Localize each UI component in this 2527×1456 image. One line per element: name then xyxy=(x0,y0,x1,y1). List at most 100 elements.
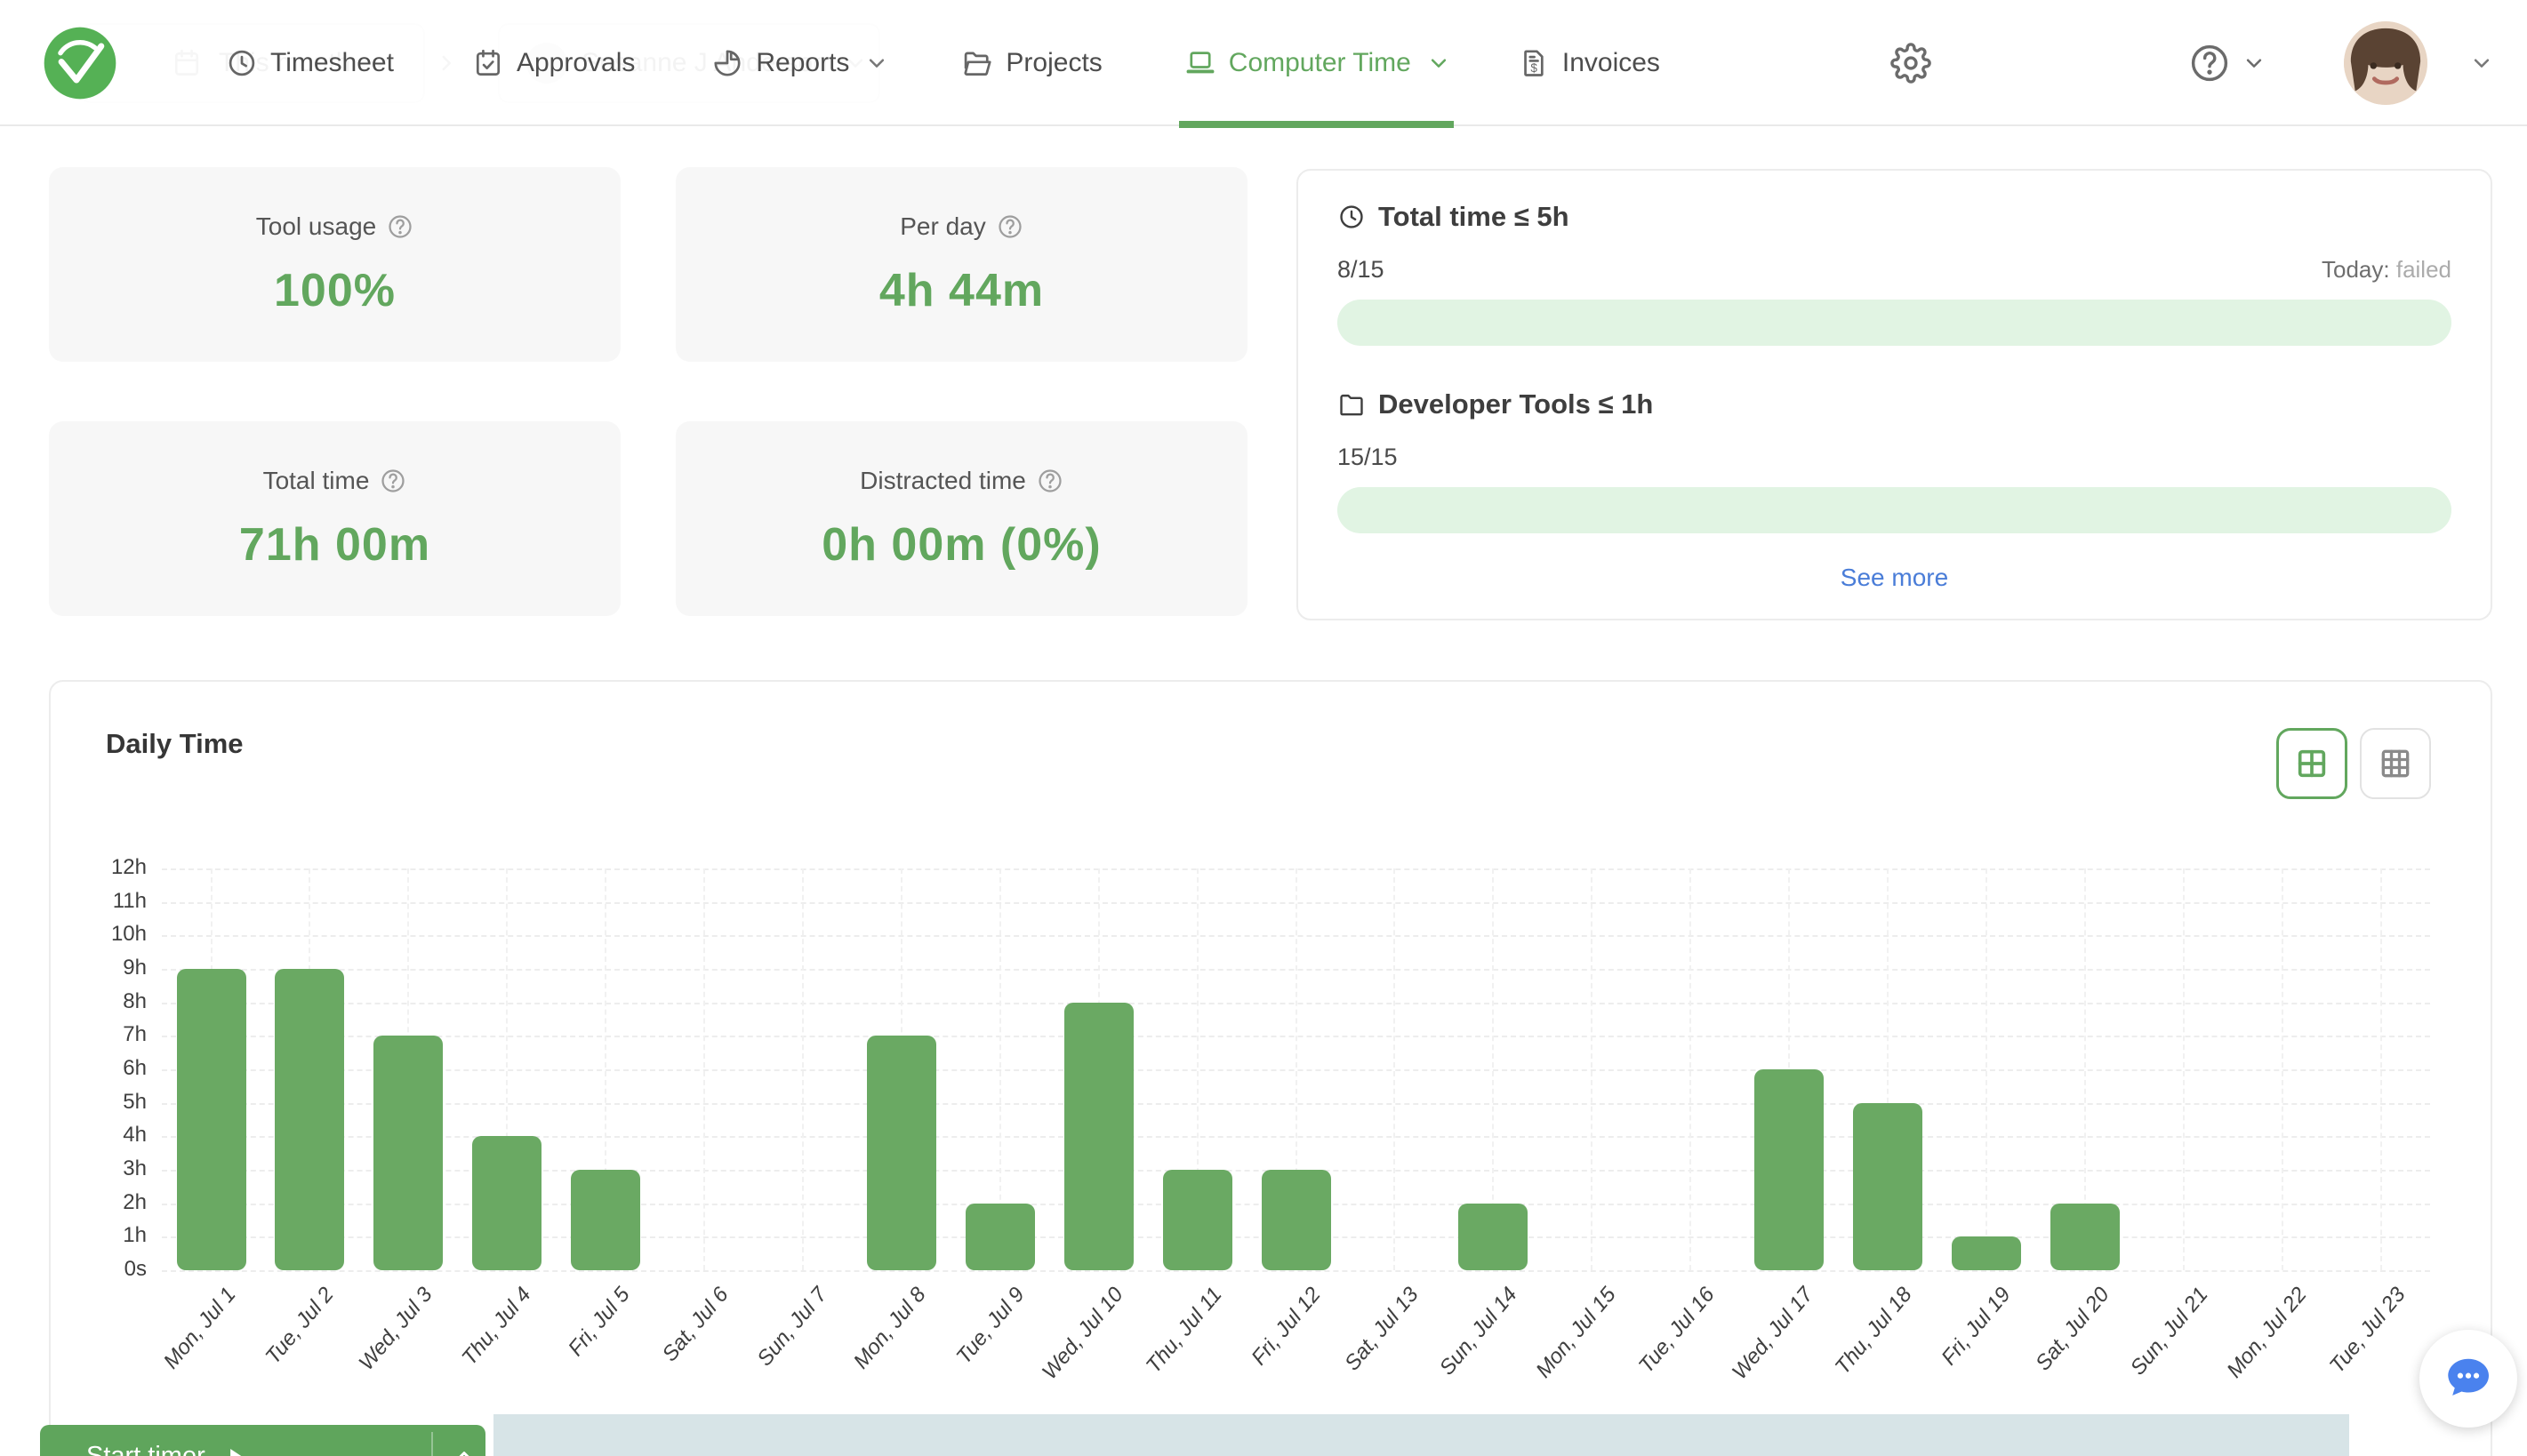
y-axis-tick: 4h xyxy=(123,1123,147,1148)
chart-view-toggles xyxy=(2276,728,2431,799)
app-logo[interactable] xyxy=(41,24,119,102)
stat-value: 100% xyxy=(274,264,396,316)
goal-list: Total time ≤ 5h 8/15 Today: failed Devel… xyxy=(1337,201,2451,533)
chart-title: Daily Time xyxy=(106,728,244,759)
column-gridline xyxy=(703,868,705,1270)
chevron-down-icon xyxy=(1425,50,1452,76)
y-axis-tick: 5h xyxy=(123,1089,147,1114)
daily-bar[interactable] xyxy=(176,969,246,1270)
chevron-down-icon xyxy=(863,50,890,76)
y-axis-tick: 8h xyxy=(123,988,147,1013)
stat-label-row: Per day xyxy=(900,212,1023,241)
start-timer-label: Start timer xyxy=(86,1441,205,1456)
goal-progress-count: 8/15 xyxy=(1337,256,1384,283)
daily-bar[interactable] xyxy=(1754,1069,1825,1270)
daily-time-card: Daily Time 12h 11h 10h 9h 8h 7h 6h 5h 4h 3h 2h 1h 0s… xyxy=(49,680,2492,1456)
settings-gear-icon[interactable] xyxy=(1890,43,1931,84)
user-menu-chevron-icon[interactable] xyxy=(2468,50,2495,76)
invoice-icon: $ xyxy=(1518,47,1550,79)
y-axis-tick: 7h xyxy=(123,1022,147,1047)
daily-bar[interactable] xyxy=(965,1203,1035,1270)
daily-bar[interactable] xyxy=(373,1036,444,1270)
daily-bar[interactable] xyxy=(1261,1170,1331,1270)
chart-view-button[interactable] xyxy=(2276,728,2347,799)
daily-bar[interactable] xyxy=(1853,1102,1922,1270)
goal-meta-row: 8/15 Today: failed xyxy=(1337,256,2451,284)
stat-label-row: Distracted time xyxy=(860,467,1063,495)
chevron-up-icon xyxy=(451,1443,477,1456)
nav-item-computer-time[interactable]: Computer Time xyxy=(1178,0,1454,128)
chat-support-button[interactable] xyxy=(2419,1330,2517,1428)
daily-bar[interactable] xyxy=(275,969,345,1270)
computer-time-dashboard: This month Susanne J Anderson TimesheetA… xyxy=(0,0,2527,1456)
chat-bubble-icon xyxy=(2441,1351,2496,1406)
daily-bar[interactable] xyxy=(1063,1002,1134,1270)
chevron-down-icon xyxy=(2241,50,2267,76)
stat-label-row: Total time xyxy=(263,467,407,495)
help-circle-icon xyxy=(380,468,406,494)
stat-label: Tool usage xyxy=(255,212,377,240)
y-axis-tick: 6h xyxy=(123,1056,147,1080)
column-gridline xyxy=(801,868,804,1270)
today-status-value: failed xyxy=(2395,256,2451,283)
nav-item-projects[interactable]: Projects xyxy=(961,0,1103,126)
today-label: Today: xyxy=(2322,256,2390,283)
clock-icon xyxy=(1337,203,1366,231)
goal-today-status: Today: failed xyxy=(2322,256,2451,284)
goal-title: Total time ≤ 5h xyxy=(1378,201,1569,232)
goals-panel: Total time ≤ 5h 8/15 Today: failed Devel… xyxy=(1296,169,2492,620)
stat-cards: Tool usage 100% Per day 4h 44m Total tim… xyxy=(49,167,1247,616)
start-timer-button[interactable]: Start timer xyxy=(40,1425,485,1456)
timer-expand-button[interactable] xyxy=(442,1425,485,1456)
daily-bar[interactable] xyxy=(472,1136,542,1270)
stat-label: Total time xyxy=(262,466,370,494)
grid-2x2-icon xyxy=(2294,746,2330,781)
pie-chart-icon xyxy=(711,47,743,79)
stat-card-per-day: Per day 4h 44m xyxy=(676,167,1247,362)
timer-button-divider xyxy=(431,1432,433,1456)
stat-value: 4h 44m xyxy=(878,264,1045,316)
daily-bar[interactable] xyxy=(2050,1203,2120,1270)
navbar-content: Timesheet Approvals Reports Projects Compute… xyxy=(0,0,2527,128)
play-icon xyxy=(223,1444,246,1456)
y-axis-tick: 12h xyxy=(110,855,147,879)
column-gridline xyxy=(2182,868,2185,1270)
column-gridline xyxy=(1591,868,1593,1270)
stat-label-row: Tool usage xyxy=(256,212,413,241)
nav-item-label: Invoices xyxy=(1561,48,1660,77)
daily-bar[interactable] xyxy=(1951,1236,2021,1270)
see-more-link[interactable]: See more xyxy=(1337,564,2451,592)
nav-item-invoices[interactable]: $ Invoices xyxy=(1518,0,1660,126)
daily-bar[interactable] xyxy=(1458,1203,1528,1270)
goal-item: Total time ≤ 5h 8/15 Today: failed xyxy=(1337,201,2451,346)
nav-item-reports[interactable]: Reports xyxy=(711,0,890,126)
calendar-check-icon xyxy=(472,47,504,79)
table-view-button[interactable] xyxy=(2360,728,2431,799)
goal-title-row: Total time ≤ 5h xyxy=(1337,201,2451,233)
y-axis-tick: 9h xyxy=(123,956,147,980)
nav-item-timesheet[interactable]: Timesheet xyxy=(226,0,394,126)
goal-progress-bar xyxy=(1337,487,2451,533)
grid-3x3-icon xyxy=(2378,746,2413,781)
goal-item: Developer Tools ≤ 1h 15/15 xyxy=(1337,388,2451,533)
y-axis-tick: 10h xyxy=(110,922,147,947)
goal-title-row: Developer Tools ≤ 1h xyxy=(1337,388,2451,420)
nav-item-label: Computer Time xyxy=(1228,48,1411,77)
goal-meta-row: 15/15 xyxy=(1337,444,2451,471)
daily-time-bar-chart: 12h 11h 10h 9h 8h 7h 6h 5h 4h 3h 2h 1h 0s Mon, Jul 1T… xyxy=(111,855,2430,1384)
column-gridline xyxy=(2379,868,2382,1270)
stat-card-total-time: Total time 71h 00m xyxy=(49,421,621,616)
stat-value: 71h 00m xyxy=(238,518,431,571)
daily-bar[interactable] xyxy=(571,1170,641,1270)
daily-bar[interactable] xyxy=(866,1036,936,1270)
stat-card-distracted-time: Distracted time 0h 00m (0%) xyxy=(676,421,1247,616)
user-avatar[interactable] xyxy=(2344,21,2427,105)
nav-item-approvals[interactable]: Approvals xyxy=(472,0,635,126)
column-gridline xyxy=(1393,868,1396,1270)
daily-bar[interactable] xyxy=(1162,1170,1232,1270)
y-axis-tick: 1h xyxy=(123,1223,147,1248)
bottom-activity-strip xyxy=(493,1414,2349,1456)
stat-label: Distracted time xyxy=(860,466,1026,494)
nav-item-label: Timesheet xyxy=(270,48,394,77)
help-menu[interactable] xyxy=(2189,43,2267,84)
